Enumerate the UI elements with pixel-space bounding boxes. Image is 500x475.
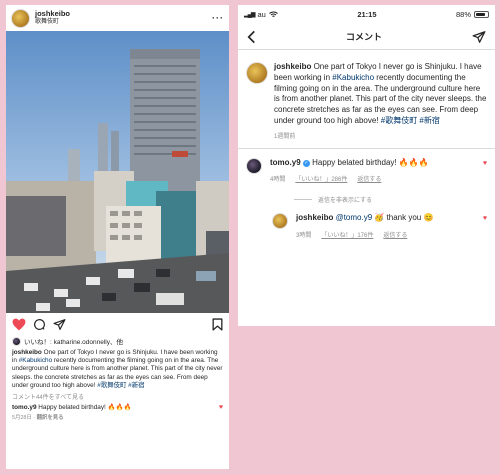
heart-icon[interactable]: ♥ bbox=[483, 160, 487, 184]
comment-likes-link[interactable]: 「いいね！」286件 bbox=[295, 174, 347, 183]
chevron-left-icon[interactable] bbox=[247, 30, 256, 44]
comment-text: Happy belated birthday! 🔥🔥🔥 bbox=[38, 404, 132, 412]
caption-hashtag[interactable]: #Kabukicho bbox=[332, 73, 374, 82]
caption-hashtags-end[interactable]: #歌舞伎町 #新宿 bbox=[381, 116, 440, 125]
comment-icon[interactable] bbox=[33, 318, 46, 331]
comment-item: tomo.y9 ✓ Happy belated birthday! 🔥🔥🔥 4時… bbox=[238, 149, 495, 184]
view-all-comments-link[interactable]: コメント44件をすべて見る bbox=[6, 390, 229, 401]
likes-row[interactable]: いいね！: katharine.odonnelly、他 bbox=[6, 335, 229, 347]
avatar[interactable] bbox=[11, 8, 30, 28]
send-icon[interactable] bbox=[472, 30, 486, 44]
page-title: コメント bbox=[345, 32, 382, 42]
translate-link[interactable]: 翻訳を見る bbox=[37, 415, 64, 421]
comment-username[interactable]: tomo.y9 bbox=[12, 404, 37, 411]
avatar bbox=[12, 336, 21, 346]
post-screenshot: joshkeibo 歌舞伎町 ··· いいね！: katharine.odonn… bbox=[6, 5, 229, 469]
reply-button[interactable]: 返信する bbox=[357, 174, 381, 183]
heart-icon[interactable]: ♥ bbox=[219, 404, 223, 411]
post-caption: joshkeibo One part of Tokyo I never go i… bbox=[6, 347, 229, 390]
comment-username[interactable]: tomo.y9 bbox=[270, 158, 301, 167]
verified-badge-icon: ✓ bbox=[302, 159, 310, 167]
hide-replies-button[interactable]: 返信を非表示にする bbox=[238, 183, 495, 204]
caption-block: joshkeibo One part of Tokyo I never go i… bbox=[238, 50, 495, 140]
liked-by-text: いいね！: katharine.odonnelly、他 bbox=[24, 339, 123, 346]
reply-text: 🥳 thank you 😊 bbox=[372, 213, 434, 223]
heart-icon[interactable]: ♥ bbox=[483, 215, 487, 239]
nav-bar: コメント bbox=[238, 24, 495, 50]
avatar[interactable] bbox=[272, 213, 288, 230]
caption-username[interactable]: joshkeibo bbox=[274, 62, 311, 71]
comment-time: 4時間 bbox=[270, 177, 286, 184]
battery-percent: 88% bbox=[455, 10, 471, 19]
send-icon[interactable] bbox=[53, 318, 66, 331]
post-username[interactable]: joshkeibo bbox=[35, 9, 70, 18]
reply-item: joshkeibo @tomo.y9 🥳 thank you 😊 3時間 「いい… bbox=[238, 204, 495, 239]
reply-button[interactable]: 返信する bbox=[383, 230, 407, 239]
post-meta: 5月28日 · 翻訳を見る bbox=[12, 415, 64, 422]
caption-hashtag[interactable]: #Kabukicho bbox=[19, 357, 52, 364]
wifi-icon bbox=[268, 11, 278, 17]
reply-mention[interactable]: @tomo.y9 bbox=[336, 213, 373, 222]
post-actions bbox=[6, 313, 229, 335]
avatar[interactable] bbox=[246, 62, 268, 84]
reply-time: 3時間 bbox=[296, 232, 312, 239]
reply-username[interactable]: joshkeibo bbox=[296, 213, 333, 222]
heart-icon[interactable] bbox=[12, 318, 26, 331]
hide-replies-label: 返信を非表示にする bbox=[318, 198, 373, 205]
divider bbox=[294, 199, 312, 201]
signal-icon: ▂▄▆ bbox=[244, 12, 256, 18]
post-photo[interactable] bbox=[6, 31, 229, 313]
post-header: joshkeibo 歌舞伎町 ··· bbox=[6, 5, 229, 31]
avatar[interactable] bbox=[246, 157, 262, 174]
caption-username[interactable]: joshkeibo bbox=[12, 349, 42, 356]
caption-time: 1週間前 bbox=[274, 133, 296, 140]
status-bar: ▂▄▆ au 21:15 88% bbox=[238, 5, 495, 24]
comment-preview: tomo.y9 Happy belated birthday! 🔥🔥🔥 ♥ bbox=[6, 401, 229, 412]
status-time: 21:15 bbox=[357, 10, 377, 19]
comment-text: Happy belated birthday! 🔥🔥🔥 bbox=[312, 157, 429, 167]
post-location[interactable]: 歌舞伎町 bbox=[35, 18, 70, 27]
bookmark-icon[interactable] bbox=[212, 317, 223, 331]
comments-screenshot: ▂▄▆ au 21:15 88% コメント joshkeibo One part… bbox=[238, 5, 495, 326]
post-date: 5月28日 bbox=[12, 415, 32, 422]
caption-hashtags-end[interactable]: #歌舞伎町 #新宿 bbox=[97, 382, 144, 389]
more-options-icon[interactable]: ··· bbox=[212, 13, 224, 23]
reply-likes-link[interactable]: 「いいね！」176件 bbox=[321, 230, 373, 239]
carrier-label: au bbox=[257, 10, 266, 19]
battery-icon bbox=[474, 11, 489, 18]
